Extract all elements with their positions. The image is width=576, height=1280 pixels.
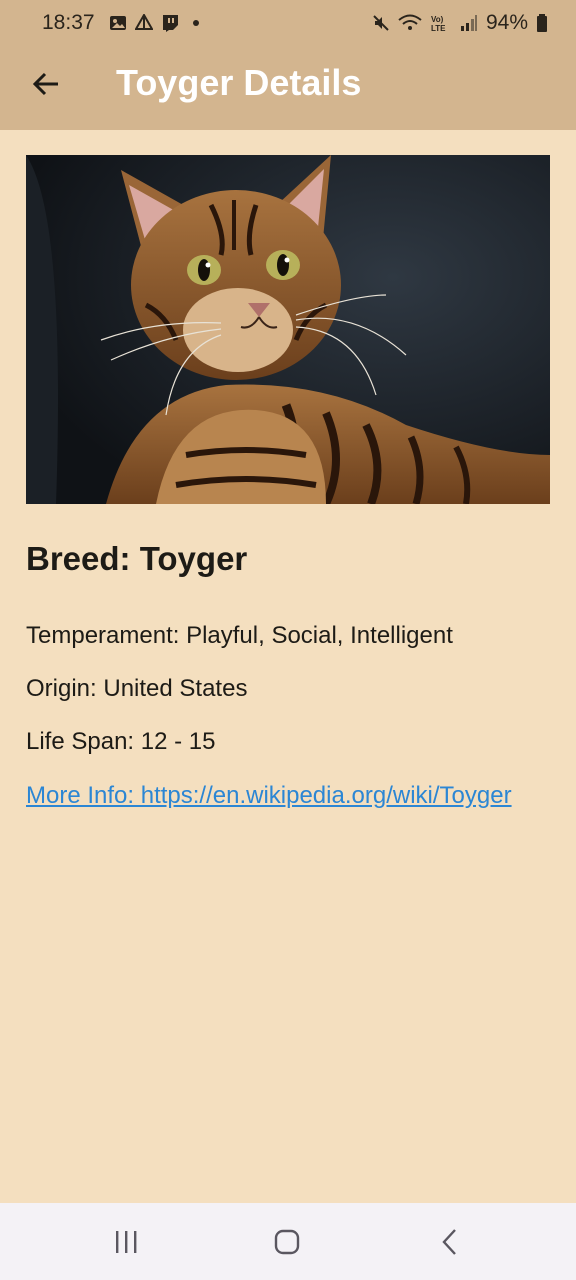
home-icon (274, 1229, 300, 1255)
recents-icon (116, 1231, 137, 1253)
signal-icon (460, 14, 478, 32)
page-title: Toyger Details (116, 62, 362, 103)
status-right: Vo) LTE 94% (372, 11, 548, 35)
home-button[interactable] (267, 1225, 307, 1259)
breed-heading: Breed: Toyger (26, 540, 248, 577)
status-bar: 18:37 Vo) LTE 94% (0, 0, 576, 46)
battery-percent: 94% (485, 11, 528, 34)
status-time: 18:37 (42, 11, 95, 34)
svg-text:Vo): Vo) (431, 15, 444, 24)
drive-icon (134, 14, 153, 32)
gallery-icon (109, 14, 127, 32)
back-button[interactable] (26, 64, 66, 104)
wifi-icon (398, 14, 422, 32)
status-left: 18:37 (42, 11, 205, 35)
back-chevron-icon (442, 1229, 456, 1255)
recents-button[interactable] (106, 1225, 146, 1259)
svg-text:LTE: LTE (431, 24, 446, 32)
temperament-text: Temperament: Playful, Social, Intelligen… (26, 622, 453, 649)
origin-text: Origin: United States (26, 675, 248, 702)
nav-bar (0, 1203, 576, 1280)
volte-icon: Vo) LTE (430, 14, 452, 32)
dot-icon (187, 14, 205, 32)
battery-icon (536, 14, 548, 32)
mute-icon (372, 14, 390, 32)
twitch-icon (161, 14, 179, 32)
life-span-text: Life Span: 12 - 15 (26, 728, 216, 755)
app-bar: Toyger Details (0, 46, 576, 130)
cat-photo (26, 155, 550, 504)
nav-back-button[interactable] (430, 1225, 470, 1259)
more-info-link[interactable]: More Info: https://en.wikipedia.org/wiki… (26, 778, 526, 814)
arrow-left-icon (32, 72, 58, 96)
